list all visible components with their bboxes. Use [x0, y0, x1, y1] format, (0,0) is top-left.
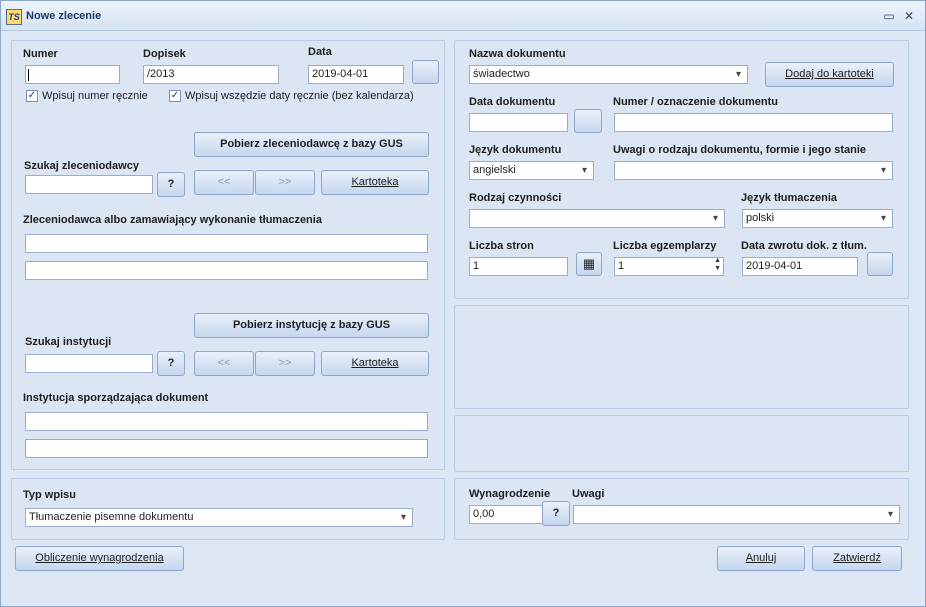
jezyk-dokumentu-label: Język dokumentu: [469, 144, 562, 156]
add-to-catalog-button[interactable]: Dodaj do kartoteki: [765, 62, 894, 87]
close-icon[interactable]: ✕: [901, 9, 917, 23]
client-address-input[interactable]: [25, 261, 428, 280]
activity-type-select[interactable]: [469, 209, 725, 228]
client-kartoteka-button[interactable]: Kartoteka: [321, 170, 429, 195]
dopisek-input[interactable]: /2013: [143, 65, 279, 84]
return-calendar-button[interactable]: [867, 252, 893, 276]
text-caret: [28, 69, 29, 81]
institution-prev-button[interactable]: <<: [194, 351, 254, 376]
gus-client-button[interactable]: Pobierz zleceniodawcę z bazy GUS: [194, 132, 429, 157]
copies-stepper[interactable]: 1 ▲ ▼: [614, 257, 724, 276]
client-panel: [11, 40, 445, 470]
dialog-body: Numer Dopisek /2013 Data 2019-04-01 ✓ Wp…: [5, 32, 921, 604]
client-next-button[interactable]: >>: [255, 170, 315, 195]
rodzaj-czynnosci-label: Rodzaj czynności: [469, 192, 562, 204]
document-remarks-select[interactable]: [614, 161, 893, 180]
fee-help-button[interactable]: ?: [542, 501, 570, 526]
dates-manual-checkbox[interactable]: ✓: [169, 90, 181, 102]
restore-icon[interactable]: ▭: [881, 9, 897, 23]
calculator-icon[interactable]: ▦: [576, 252, 602, 276]
szukaj-instytucji-label: Szukaj instytucji: [25, 336, 112, 348]
window-title: Nowe zlecenie: [26, 10, 102, 22]
calculate-fee-button[interactable]: Obliczenie wynagrodzenia: [15, 546, 184, 571]
translation-language-select[interactable]: polski: [742, 209, 893, 228]
document-name-select[interactable]: świadectwo: [469, 65, 748, 84]
numer-manual-checkbox[interactable]: ✓: [26, 90, 38, 102]
institution-address-input[interactable]: [25, 439, 428, 458]
numer-input[interactable]: [25, 65, 120, 84]
data-dokumentu-label: Data dokumentu: [469, 96, 556, 108]
jezyk-tlumaczenia-label: Język tłumaczenia: [741, 192, 837, 204]
search-client-input[interactable]: [25, 175, 153, 194]
zleceniodawca-label: Zleceniodawca albo zamawiający wykonanie…: [23, 214, 322, 226]
document-calendar-button[interactable]: [574, 109, 602, 133]
nazwa-dokumentu-label: Nazwa dokumentu: [469, 48, 566, 60]
calendar-button[interactable]: [412, 60, 439, 84]
client-name-input[interactable]: [25, 234, 428, 253]
stepper-arrows-icon[interactable]: ▲ ▼: [714, 258, 721, 273]
liczba-egzemplarzy-label: Liczba egzemplarzy: [613, 240, 717, 252]
numer-manual-label: Wpisuj numer ręcznie: [42, 90, 148, 102]
dates-manual-label: Wpisuj wszędzie daty ręcznie (bez kalend…: [185, 90, 414, 102]
uwagi-rodzaj-label: Uwagi o rodzaju dokumentu, formie i jego…: [613, 144, 867, 156]
uwagi-label: Uwagi: [572, 488, 605, 500]
data-input[interactable]: 2019-04-01: [308, 65, 404, 84]
liczba-stron-label: Liczba stron: [469, 240, 534, 252]
document-date-input[interactable]: [469, 113, 568, 132]
gus-institution-button[interactable]: Pobierz instytucję z bazy GUS: [194, 313, 429, 338]
data-label: Data: [308, 46, 332, 58]
cancel-button[interactable]: Anuluj: [717, 546, 805, 571]
institution-kartoteka-button[interactable]: Kartoteka: [321, 351, 429, 376]
institution-next-button[interactable]: >>: [255, 351, 315, 376]
wynagrodzenie-label: Wynagrodzenie: [469, 488, 551, 500]
app-logo-icon: TS: [6, 9, 22, 25]
title-bar[interactable]: TS Nowe zlecenie ▭ ✕: [1, 1, 925, 31]
extra-panel-1: [454, 305, 909, 409]
numer-label: Numer: [23, 48, 58, 60]
fee-input[interactable]: 0,00: [469, 505, 544, 524]
typ-wpisu-label: Typ wpisu: [23, 489, 76, 501]
data-zwrotu-label: Data zwrotu dok. z tłum.: [741, 240, 867, 252]
dialog-window: TS Nowe zlecenie ▭ ✕ Numer Dopisek /2013…: [0, 0, 926, 607]
dopisek-label: Dopisek: [143, 48, 186, 60]
document-number-input[interactable]: [614, 113, 893, 132]
confirm-button[interactable]: Zatwierdź: [812, 546, 902, 571]
return-date-input[interactable]: 2019-04-01: [742, 257, 858, 276]
numer-dokumentu-label: Numer / oznaczenie dokumentu: [613, 96, 779, 108]
client-prev-button[interactable]: <<: [194, 170, 254, 195]
institution-help-button[interactable]: ?: [157, 351, 185, 376]
document-language-select[interactable]: angielski: [469, 161, 594, 180]
extra-panel-2: [454, 415, 909, 472]
pages-input[interactable]: 1: [469, 257, 568, 276]
szukaj-zleceniodawcy-label: Szukaj zleceniodawcy: [24, 160, 139, 172]
remarks-select[interactable]: [573, 505, 900, 524]
search-institution-input[interactable]: [25, 354, 153, 373]
entry-type-select[interactable]: Tłumaczenie pisemne dokumentu: [25, 508, 413, 527]
client-help-button[interactable]: ?: [157, 172, 185, 197]
instytucja-label: Instytucja sporządzająca dokument: [23, 392, 209, 404]
institution-name-input[interactable]: [25, 412, 428, 431]
